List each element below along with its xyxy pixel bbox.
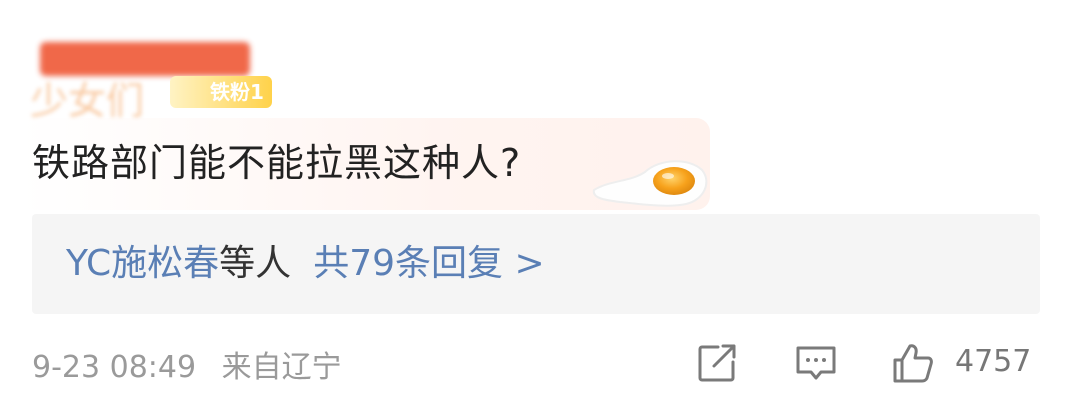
share-icon[interactable]: [696, 342, 738, 384]
thumbs-up-icon[interactable]: [892, 342, 934, 384]
reply-summary-text[interactable]: YC施松春等人 共79条回复 >: [66, 240, 545, 288]
like-count: 4757: [955, 344, 1032, 379]
comment-meta: 9-23 08:49 来自辽宁: [32, 342, 342, 386]
username-area[interactable]: 少女们 铁粉1: [30, 42, 272, 123]
comment-icon[interactable]: [795, 342, 837, 384]
reply-names[interactable]: YC施松春: [66, 243, 219, 284]
reply-suffix: 等人: [219, 243, 292, 284]
comment-text: 铁路部门能不能拉黑这种人?: [32, 141, 522, 185]
username[interactable]: 少女们: [30, 70, 144, 125]
reply-count-link[interactable]: 共79条回复 >: [313, 243, 544, 284]
timestamp: 9-23 08:49: [32, 350, 197, 385]
fan-badge[interactable]: 铁粉1: [170, 76, 272, 108]
location: 来自辽宁: [221, 350, 342, 385]
fried-egg-icon: [592, 160, 708, 207]
